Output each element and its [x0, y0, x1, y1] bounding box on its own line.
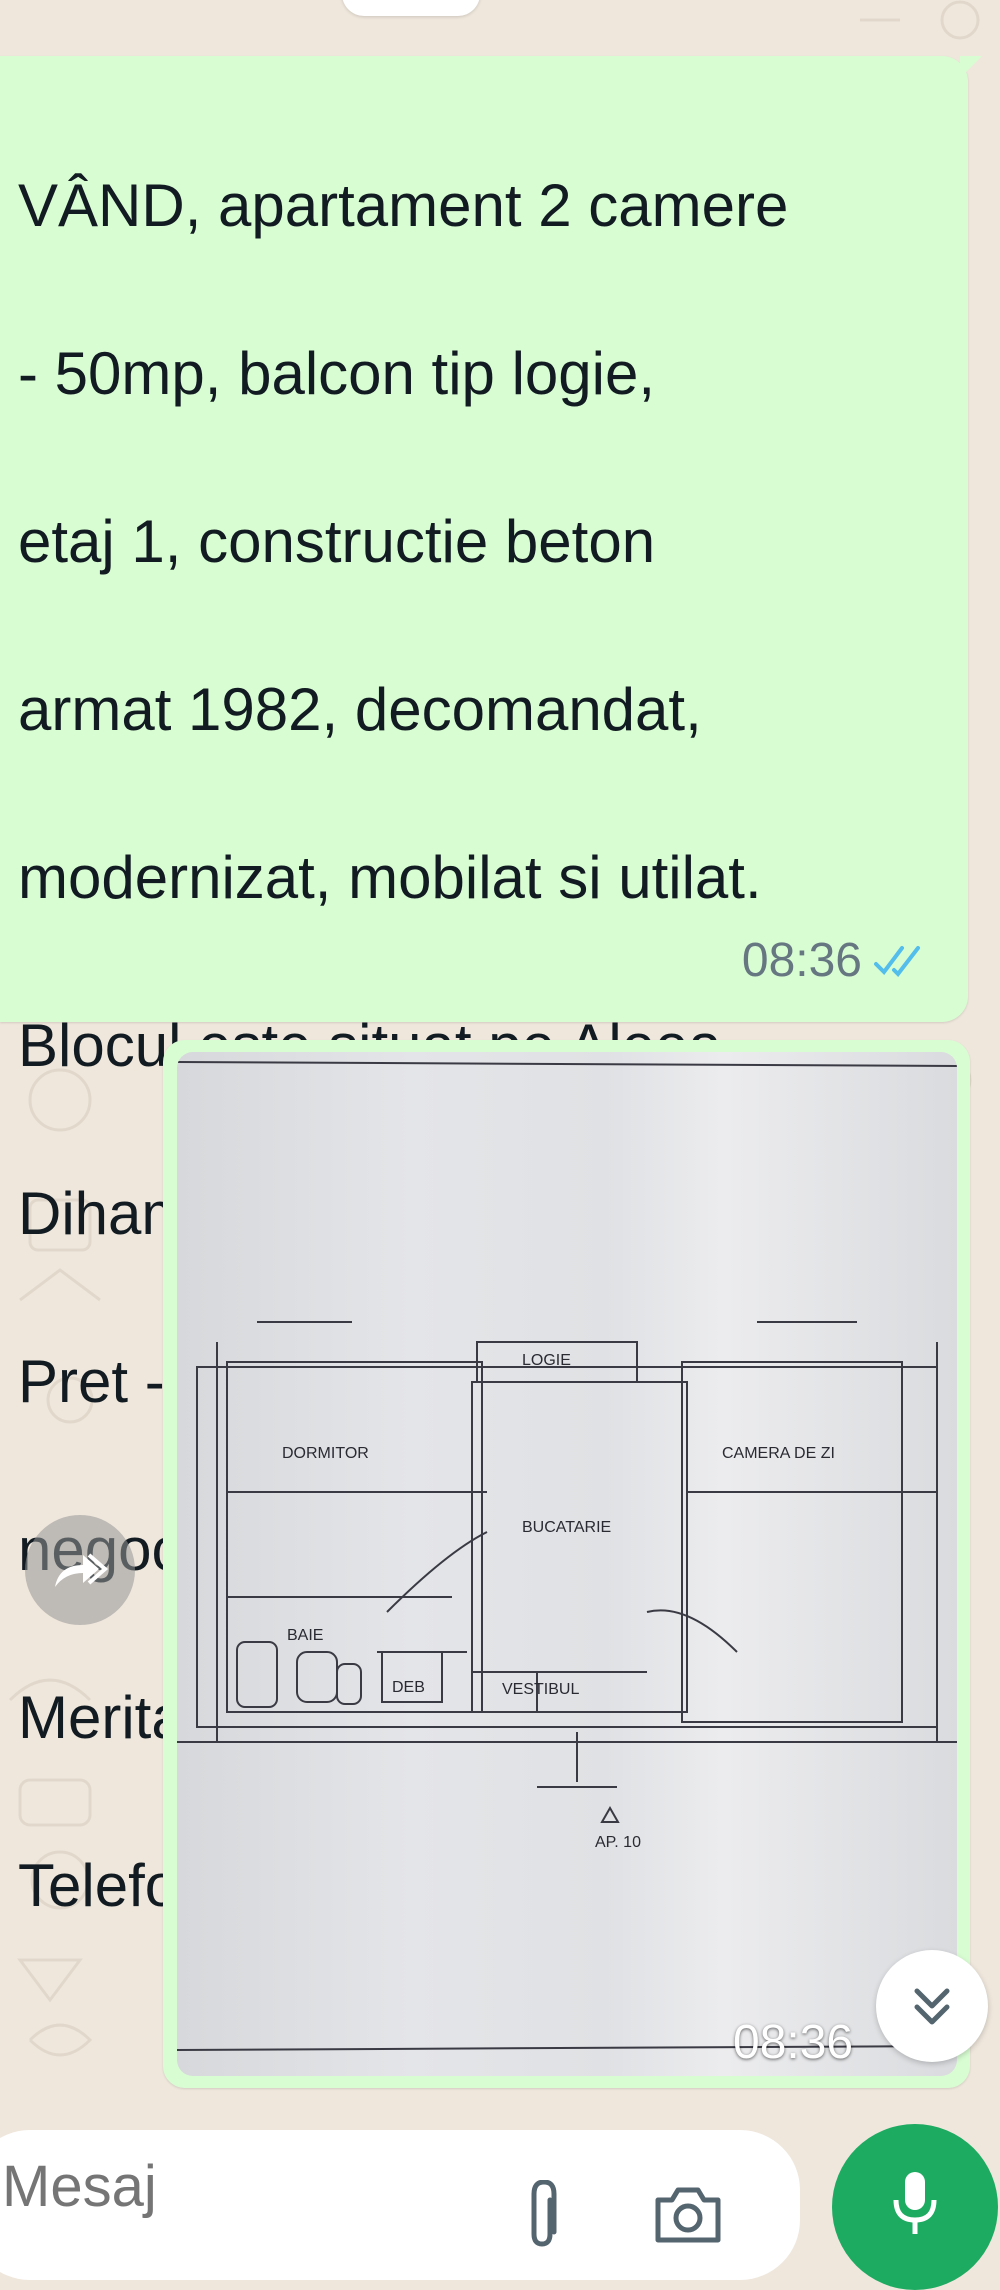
- floorplan-label-camera: CAMERA DE ZI: [722, 1445, 835, 1462]
- mic-icon: [893, 2172, 937, 2234]
- floorplan-photo[interactable]: LOGIE DORMITOR BUCATARIE CAMERA DE ZI BA…: [177, 1052, 957, 2076]
- message-meta: 08:36: [742, 933, 930, 988]
- date-pill: [342, 0, 480, 16]
- floorplan-label-logie: LOGIE: [522, 1352, 571, 1369]
- camera-icon[interactable]: [650, 2178, 726, 2248]
- message-line: modernizat, mobilat si utilat.: [18, 844, 762, 911]
- message-composer: [0, 2130, 800, 2280]
- attach-icon[interactable]: [520, 2180, 566, 2250]
- bubble-tail: [960, 56, 982, 78]
- scroll-to-bottom-button[interactable]: [876, 1950, 988, 2062]
- floorplan-label-ap: AP. 10: [595, 1834, 641, 1851]
- chevron-double-down-icon: [914, 1988, 950, 2025]
- mic-button[interactable]: [832, 2124, 998, 2290]
- message-line: etaj 1, constructie beton: [18, 508, 656, 575]
- floorplan-label-bucatarie: BUCATARIE: [522, 1519, 611, 1536]
- message-bubble[interactable]: VÂND, apartament 2 camere - 50mp, balcon…: [0, 56, 982, 1919]
- message-line: - 50mp, balcon tip logie,: [18, 340, 656, 407]
- message-line: VÂND, apartament 2 camere: [18, 172, 789, 239]
- floorplan-label-vestibul: VESTIBUL: [502, 1681, 579, 1698]
- floorplan-drawing: LOGIE DORMITOR BUCATARIE CAMERA DE ZI BA…: [177, 1061, 957, 2051]
- double-check-icon: [874, 945, 920, 977]
- floorplan-label-baie: BAIE: [287, 1627, 323, 1644]
- floorplan-label-dormitor: DORMITOR: [282, 1445, 369, 1462]
- image-message-bubble[interactable]: LOGIE DORMITOR BUCATARIE CAMERA DE ZI BA…: [163, 1040, 970, 2088]
- image-message-time: 08:36: [733, 2016, 854, 2069]
- message-time: 08:36: [741, 934, 862, 987]
- message-line: armat 1982, decomandat,: [18, 676, 702, 743]
- message-input[interactable]: [0, 2152, 504, 2221]
- forward-button[interactable]: [25, 1515, 135, 1625]
- forward-icon: [55, 1553, 109, 1587]
- floorplan-label-deb: DEB: [392, 1679, 425, 1696]
